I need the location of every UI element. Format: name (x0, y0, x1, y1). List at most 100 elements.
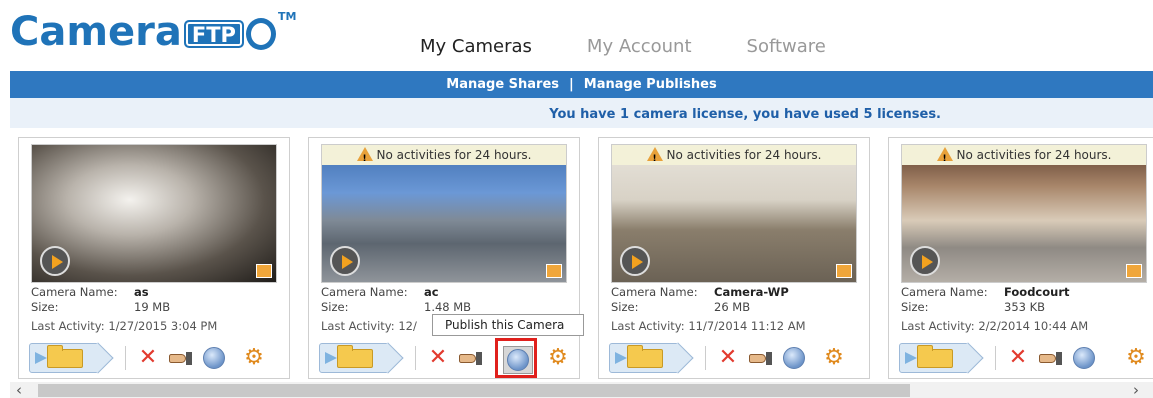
nav-software[interactable]: Software (747, 36, 826, 57)
delete-x-icon: ✕ (718, 345, 738, 370)
scroll-right-icon[interactable]: › (1133, 381, 1139, 398)
size-label: Size: (31, 300, 59, 314)
size-label: Size: (901, 300, 929, 314)
delete-button[interactable]: ✕ (135, 345, 161, 371)
no-activity-warning: No activities for 24 hours. (322, 145, 566, 169)
last-activity-label: Last Activity: (321, 319, 395, 333)
camera-name-value: ac (424, 285, 439, 299)
gear-icon: ⚙ (548, 345, 568, 370)
play-icon[interactable] (910, 246, 940, 276)
browse-folder-button[interactable] (899, 343, 975, 373)
manage-publishes-link[interactable]: Manage Publishes (584, 77, 717, 92)
camera-card: No activities for 24 hours. Camera Name:… (598, 137, 870, 379)
camera-thumbnail[interactable]: No activities for 24 hours. (321, 144, 567, 283)
arrow-right-icon (615, 352, 627, 364)
image-icon[interactable] (256, 264, 272, 278)
browse-folder-button[interactable] (609, 343, 685, 373)
share-button[interactable] (167, 345, 193, 371)
last-activity-label: Last Activity: (901, 319, 975, 333)
size-value: 19 MB (134, 300, 171, 314)
camera-list: Camera Name: as Size: 19 MB Last Activity:… (10, 128, 1153, 380)
warning-icon (356, 147, 373, 169)
delete-button[interactable]: ✕ (1005, 345, 1031, 371)
play-icon[interactable] (330, 246, 360, 276)
gear-icon: ⚙ (244, 345, 264, 370)
scroll-left-icon[interactable]: ‹ (16, 381, 22, 398)
logo-ftp-box: FTP (183, 20, 244, 48)
camera-thumbnail[interactable] (31, 144, 277, 283)
camera-card: No activities for 24 hours. Camera Name:… (308, 137, 580, 379)
camera-thumbnail[interactable]: No activities for 24 hours. (611, 144, 857, 283)
last-activity-value: 1/27/2015 3:04 PM (108, 319, 218, 333)
hand-share-icon (1037, 351, 1063, 365)
play-icon[interactable] (620, 246, 650, 276)
last-activity-value: 11/7/2014 11:12 AM (688, 319, 806, 333)
delete-x-icon: ✕ (428, 345, 448, 370)
manage-shares-link[interactable]: Manage Shares (446, 77, 559, 92)
browse-folder-button[interactable] (29, 343, 105, 373)
camera-name-value: Foodcourt (1004, 285, 1070, 299)
camera-info: Camera Name: Camera-WP Size: 26 MB Last Ac… (611, 285, 861, 334)
globe-icon (1073, 347, 1095, 369)
play-icon[interactable] (40, 246, 70, 276)
camera-actions: ✕ ⚙ (29, 342, 285, 374)
settings-button[interactable]: ⚙ (821, 345, 847, 371)
settings-button[interactable]: ⚙ (1123, 345, 1149, 371)
scrollbar-thumb[interactable] (38, 384, 910, 397)
no-activity-warning: No activities for 24 hours. (612, 145, 856, 169)
image-icon[interactable] (836, 264, 852, 278)
camera-card: Camera Name: as Size: 19 MB Last Activity:… (18, 137, 290, 379)
share-button[interactable] (747, 345, 773, 371)
image-icon[interactable] (1126, 264, 1142, 278)
publish-button[interactable] (781, 345, 807, 371)
sub-nav-bar: Manage Shares | Manage Publishes (10, 71, 1153, 98)
nav-my-account[interactable]: My Account (587, 36, 692, 57)
hand-share-icon (747, 351, 773, 365)
browse-folder-button[interactable] (319, 343, 395, 373)
share-button[interactable] (1037, 345, 1063, 371)
publish-button[interactable] (201, 345, 227, 371)
delete-button[interactable]: ✕ (715, 345, 741, 371)
last-activity-value: 12/ (398, 319, 417, 333)
camera-actions: ✕ ⚙ (319, 338, 575, 378)
camera-info: Camera Name: Foodcourt Size: 353 KB Last A… (901, 285, 1151, 334)
camera-name-value: as (134, 285, 149, 299)
share-button[interactable] (457, 345, 483, 371)
publish-button[interactable] (503, 346, 533, 374)
settings-button[interactable]: ⚙ (545, 345, 571, 371)
cameraftp-logo[interactable]: Camera FTP TM (10, 8, 296, 58)
warning-icon (646, 147, 663, 169)
camera-card: No activities for 24 hours. Camera Name:… (888, 137, 1153, 379)
publish-button[interactable] (1071, 345, 1097, 371)
logo-lens-icon (245, 18, 276, 50)
folder-icon (337, 345, 373, 368)
hand-share-icon (457, 351, 483, 365)
camera-actions: ✕ ⚙ (899, 342, 1153, 374)
arrow-right-icon (325, 352, 337, 364)
globe-icon (507, 349, 529, 371)
last-activity-label: Last Activity: (611, 319, 685, 333)
camera-thumbnail[interactable]: No activities for 24 hours. (901, 144, 1147, 283)
nav-my-cameras[interactable]: My Cameras (420, 36, 532, 57)
camera-info: Camera Name: as Size: 19 MB Last Activity:… (31, 285, 281, 334)
subnav-separator: | (569, 77, 574, 92)
gear-icon: ⚙ (1126, 345, 1146, 370)
camera-name-label: Camera Name: (321, 285, 408, 299)
settings-button[interactable]: ⚙ (241, 345, 267, 371)
folder-icon (627, 345, 663, 368)
last-activity-label: Last Activity: (31, 319, 105, 333)
camera-name-value: Camera-WP (714, 285, 789, 299)
size-label: Size: (321, 300, 349, 314)
gear-icon: ⚙ (824, 345, 844, 370)
size-value: 1.48 MB (424, 300, 472, 314)
camera-name-label: Camera Name: (901, 285, 988, 299)
camera-actions: ✕ ⚙ (609, 342, 865, 374)
logo-tm: TM (277, 10, 297, 23)
delete-button[interactable]: ✕ (425, 345, 451, 371)
last-activity-value: 2/2/2014 10:44 AM (978, 319, 1089, 333)
size-label: Size: (611, 300, 639, 314)
horizontal-scrollbar[interactable]: ‹ › (10, 381, 1153, 398)
warning-icon (936, 147, 953, 169)
arrow-right-icon (905, 352, 917, 364)
image-icon[interactable] (546, 264, 562, 278)
